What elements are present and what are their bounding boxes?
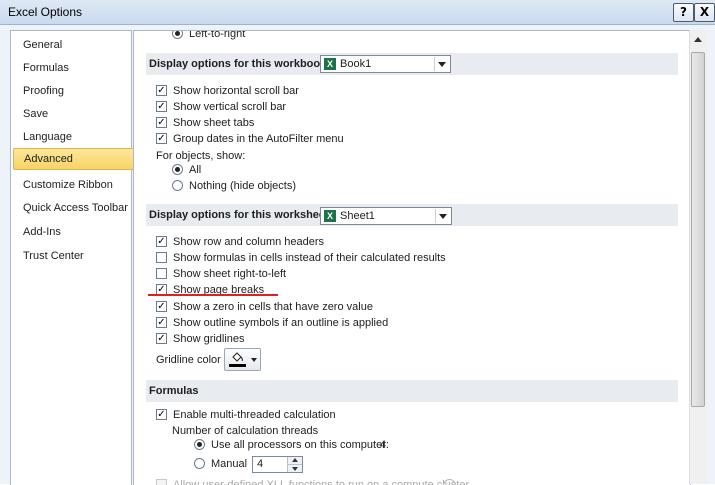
paint-bucket-icon (232, 352, 243, 362)
formulas-section-header: Formulas (146, 380, 678, 402)
chevron-down-icon (438, 62, 446, 67)
checkbox[interactable]: ✓ (156, 317, 167, 328)
worksheet-select-value: Sheet1 (340, 210, 375, 222)
worksheet-section-title: Display options for this worksheet: (149, 209, 333, 221)
sidebar-item-general[interactable]: General (13, 34, 133, 56)
option-label: Show sheet tabs (173, 117, 255, 129)
option-label: Show gridlines (173, 333, 245, 345)
radio-button[interactable] (172, 164, 183, 175)
sidebar-item-formulas[interactable]: Formulas (13, 57, 133, 79)
sidebar: General Formulas Proofing Save Language … (10, 30, 135, 485)
excel-sheet-icon: X (324, 210, 336, 222)
option-label: Use all processors on this computer: (211, 439, 389, 451)
dropdown-separator (434, 57, 435, 71)
vertical-scrollbar[interactable] (689, 30, 707, 484)
checkbox[interactable]: ✓ (156, 85, 167, 96)
radio-button[interactable] (194, 439, 205, 450)
scroll-up-icon[interactable] (694, 37, 702, 42)
formulas-section-title: Formulas (149, 385, 199, 397)
checkbox[interactable]: ✓ (156, 236, 167, 247)
dropdown-separator (435, 209, 436, 223)
option-label: Show formulas in cells instead of their … (173, 252, 446, 264)
option-label: Show row and column headers (173, 236, 325, 248)
processor-count: 4 (380, 439, 387, 451)
option-label: Manual (211, 458, 248, 470)
spin-down-icon[interactable] (287, 465, 302, 472)
color-swatch (229, 364, 246, 367)
option-label: Show horizontal scroll bar (173, 85, 299, 97)
left-to-right-label: Left-to-right (189, 30, 246, 40)
gridline-color-label: Gridline color (156, 354, 221, 366)
option-label: Show vertical scroll bar (173, 101, 287, 113)
worksheet-select[interactable]: X Sheet1 (320, 207, 452, 225)
sidebar-item-advanced[interactable]: Advanced (13, 148, 135, 170)
chevron-down-icon (439, 214, 447, 219)
excel-workbook-icon: X (324, 58, 336, 70)
option-label: Show outline symbols if an outline is ap… (173, 317, 389, 329)
workbook-section-title: Display options for this workbook: (149, 58, 330, 70)
checkbox[interactable]: ✓ (156, 333, 167, 344)
workbook-select-value: Book1 (340, 58, 372, 70)
checkbox[interactable] (156, 268, 167, 279)
manual-threads-spinner[interactable]: 4 (252, 456, 303, 473)
help-button[interactable]: ? (673, 3, 694, 22)
option-label: All (189, 164, 202, 176)
info-icon: i (443, 479, 456, 485)
sidebar-item-customize-ribbon[interactable]: Customize Ribbon (13, 174, 133, 196)
window-title: Excel Options (8, 5, 83, 19)
option-label: Nothing (hide objects) (189, 180, 297, 192)
checkbox[interactable]: ✓ (156, 301, 167, 312)
sidebar-item-trust-center[interactable]: Trust Center (13, 245, 133, 267)
close-button[interactable]: X (694, 3, 715, 22)
sidebar-item-save[interactable]: Save (13, 103, 133, 125)
sidebar-item-proofing[interactable]: Proofing (13, 80, 133, 102)
sidebar-item-add-ins[interactable]: Add-Ins (13, 221, 133, 243)
checkbox[interactable]: ✓ (156, 409, 167, 420)
checkbox[interactable]: ✓ (156, 133, 167, 144)
workbook-select[interactable]: X Book1 (320, 55, 451, 73)
gridline-color-button[interactable] (224, 348, 261, 371)
option-label: Show sheet right-to-left (173, 268, 287, 280)
advanced-options-panel: Left-to-right Display options for this w… (133, 30, 691, 485)
option-label: Enable multi-threaded calculation (173, 409, 336, 421)
checkbox[interactable] (156, 479, 167, 485)
option-label: Group dates in the AutoFilter menu (173, 133, 344, 145)
spinner-value: 4 (257, 458, 264, 470)
chevron-down-icon (251, 358, 257, 362)
option-label: Show a zero in cells that have zero valu… (173, 301, 373, 313)
radio-button[interactable] (194, 458, 205, 469)
sidebar-item-quick-access-toolbar[interactable]: Quick Access Toolbar (13, 197, 133, 219)
spin-up-icon[interactable] (287, 457, 302, 465)
checkbox[interactable]: ✓ (156, 101, 167, 112)
annotation-underline (148, 294, 278, 296)
title-bar: Excel Options ? X (0, 0, 715, 25)
scroll-thumb[interactable] (691, 52, 705, 407)
left-to-right-radio[interactable] (172, 31, 183, 39)
sidebar-item-language[interactable]: Language (13, 126, 133, 148)
radio-button[interactable] (172, 180, 183, 191)
checkbox[interactable]: ✓ (156, 117, 167, 128)
checkbox[interactable] (156, 252, 167, 263)
